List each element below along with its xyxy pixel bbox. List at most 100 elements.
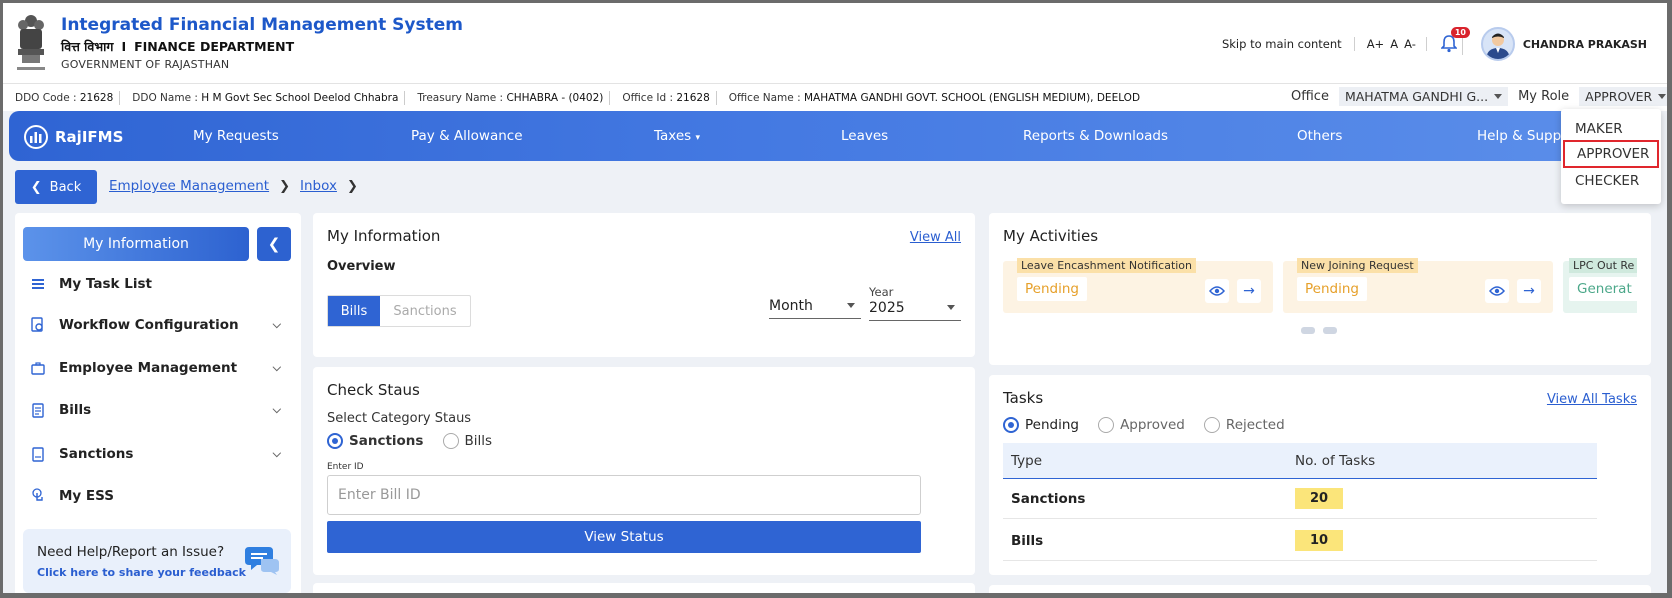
- ddo-code: DDO Code : 21628: [3, 90, 121, 105]
- treasury-value: CHHABRA - (0402): [506, 91, 604, 104]
- rajifms-logo[interactable]: RajIFMS: [23, 124, 123, 150]
- sidebar-collapse-button[interactable]: ❮: [257, 227, 291, 261]
- role-dropdown-menu: MAKER APPROVER CHECKER: [1561, 109, 1661, 204]
- office-select[interactable]: MAHATMA GANDHI G...: [1338, 87, 1509, 106]
- rajifms-logo-icon: [24, 125, 48, 149]
- nav-taxes[interactable]: Taxes ▾: [654, 128, 700, 144]
- select-category-label: Select Category Staus: [327, 411, 472, 426]
- radio-unselected-icon: [1098, 417, 1115, 433]
- sidebar-item-my-ess[interactable]: My ESS: [29, 483, 291, 509]
- col-type-header: Type: [1011, 453, 1043, 469]
- arrow-right-icon[interactable]: →: [1237, 279, 1261, 303]
- chevron-down-icon: ⌵: [272, 361, 281, 374]
- breadcrumb: Employee Management ❯ Inbox ❯: [109, 178, 358, 194]
- radio-bills-label: Bills: [464, 433, 493, 449]
- eye-icon[interactable]: [1485, 279, 1509, 303]
- chevron-down-icon: ⌵: [272, 403, 281, 416]
- font-normal-button[interactable]: A: [1390, 37, 1398, 51]
- back-button[interactable]: ❮ Back: [15, 170, 97, 204]
- chevron-down-icon: ⌵: [272, 447, 281, 460]
- nav-my-requests[interactable]: My Requests: [193, 128, 279, 144]
- caret-down-icon: [947, 305, 955, 310]
- radio-pending[interactable]: Pending: [1003, 417, 1079, 433]
- font-size-controls: A+ A A-: [1367, 37, 1427, 51]
- office-id: Office Id : 21628: [610, 90, 717, 105]
- breadcrumb-employee-management[interactable]: Employee Management: [109, 178, 269, 194]
- list-icon: [29, 276, 47, 292]
- sidebar-item-sanctions[interactable]: Sanctions ⌵: [29, 441, 291, 467]
- nav-pay-allowance[interactable]: Pay & Allowance: [411, 128, 523, 144]
- role-option-maker[interactable]: MAKER: [1575, 121, 1623, 137]
- nav-leaves[interactable]: Leaves: [841, 128, 888, 144]
- radio-rejected[interactable]: Rejected: [1203, 417, 1285, 433]
- month-select[interactable]: Month: [769, 293, 861, 319]
- top-header: Integrated Financial Management System व…: [3, 3, 1667, 83]
- category-radio-group: Sanctions Bills: [327, 433, 506, 453]
- role-select[interactable]: APPROVER: [1579, 87, 1667, 106]
- carousel-dot[interactable]: [1301, 327, 1315, 334]
- radio-unselected-icon: [442, 433, 459, 449]
- check-status-card: Check Staus Select Category Staus Sancti…: [313, 367, 975, 575]
- office-name-value: MAHATMA GANDHI GOVT. SCHOOL (ENGLISH MED…: [803, 91, 1141, 104]
- radio-sanctions[interactable]: Sanctions: [327, 433, 423, 449]
- treasury-name: Treasury Name : CHHABRA - (0402): [405, 90, 611, 105]
- user-name[interactable]: CHANDRA PRAKASH: [1523, 38, 1647, 51]
- office-select-label: Office: [1291, 89, 1329, 104]
- overview-label: Overview: [327, 259, 396, 274]
- nav-others[interactable]: Others: [1297, 128, 1342, 144]
- radio-bills[interactable]: Bills: [442, 433, 493, 449]
- font-increase-button[interactable]: A+: [1367, 37, 1385, 51]
- sidebar-item-label: My Task List: [59, 276, 152, 292]
- sidebar-item-workflow-configuration[interactable]: Workflow Configuration ⌵: [29, 312, 291, 338]
- sidebar-item-bills[interactable]: Bills ⌵: [29, 397, 291, 423]
- help-feedback-box[interactable]: Need Help/Report an Issue? Click here to…: [23, 529, 291, 593]
- table-row[interactable]: Bills 10: [1003, 521, 1597, 561]
- user-avatar[interactable]: [1480, 27, 1515, 61]
- sidebar-item-my-task-list[interactable]: My Task List: [29, 271, 291, 297]
- carousel-dot[interactable]: [1323, 327, 1337, 334]
- app-title: Integrated Financial Management System: [61, 15, 463, 35]
- bill-id-input[interactable]: Enter Bill ID: [327, 475, 921, 515]
- eye-icon[interactable]: [1205, 279, 1229, 303]
- table-row[interactable]: Sanctions 20: [1003, 479, 1597, 519]
- chevron-right-icon: ❯: [279, 178, 290, 194]
- check-status-title: Check Staus: [327, 381, 420, 399]
- breadcrumb-inbox[interactable]: Inbox: [300, 178, 337, 194]
- font-decrease-button[interactable]: A-: [1404, 37, 1416, 51]
- bill-icon: [29, 402, 47, 418]
- ddo-name-value: H M Govt Sec School Deelod Chhabra: [201, 91, 399, 104]
- chevron-right-icon: ❯: [346, 178, 358, 194]
- search-doc-icon: [29, 317, 47, 333]
- radio-approved[interactable]: Approved: [1098, 417, 1185, 433]
- office-select-value: MAHATMA GANDHI G...: [1344, 89, 1489, 104]
- help-title: Need Help/Report an Issue?: [37, 544, 225, 560]
- activity-card: Leave Encashment Notification Pending →: [1003, 258, 1273, 313]
- sanction-doc-icon: [29, 446, 47, 462]
- year-select[interactable]: 2025: [869, 295, 961, 321]
- sidebar-item-employee-management[interactable]: Employee Management ⌵: [29, 355, 291, 381]
- chevron-down-icon: [1658, 94, 1667, 99]
- skip-to-content-link[interactable]: Skip to main content: [1222, 37, 1355, 51]
- notifications-button[interactable]: 10: [1440, 27, 1470, 55]
- activity-label: LPC Out Re: [1569, 258, 1637, 273]
- tab-bills[interactable]: Bills: [328, 296, 380, 326]
- activity-card: New Joining Request Pending →: [1283, 258, 1553, 313]
- nav-reports-downloads[interactable]: Reports & Downloads: [1023, 128, 1168, 144]
- tab-sanctions[interactable]: Sanctions: [380, 296, 470, 326]
- ddo-name: DDO Name : H M Govt Sec School Deelod Ch…: [120, 90, 406, 105]
- enter-id-label: Enter ID: [327, 462, 364, 472]
- my-information-view-all-link[interactable]: View All: [910, 230, 961, 245]
- role-option-checker[interactable]: CHECKER: [1575, 173, 1639, 189]
- sidebar-my-information-button[interactable]: My Information: [23, 227, 249, 261]
- view-all-tasks-link[interactable]: View All Tasks: [1547, 392, 1637, 407]
- next-card-stub: [989, 585, 1651, 593]
- chevron-down-icon: ⌵: [272, 318, 281, 331]
- role-option-approver[interactable]: APPROVER: [1563, 140, 1659, 168]
- view-status-button[interactable]: View Status: [327, 521, 921, 553]
- arrow-right-icon[interactable]: →: [1517, 279, 1541, 303]
- nav-taxes-label: Taxes: [654, 128, 692, 144]
- my-activities-card: My Activities Leave Encashment Notificat…: [989, 213, 1651, 365]
- feedback-link[interactable]: Click here to share your feedback: [37, 566, 246, 579]
- touch-icon: [29, 488, 47, 504]
- role-select-label: My Role: [1518, 89, 1570, 104]
